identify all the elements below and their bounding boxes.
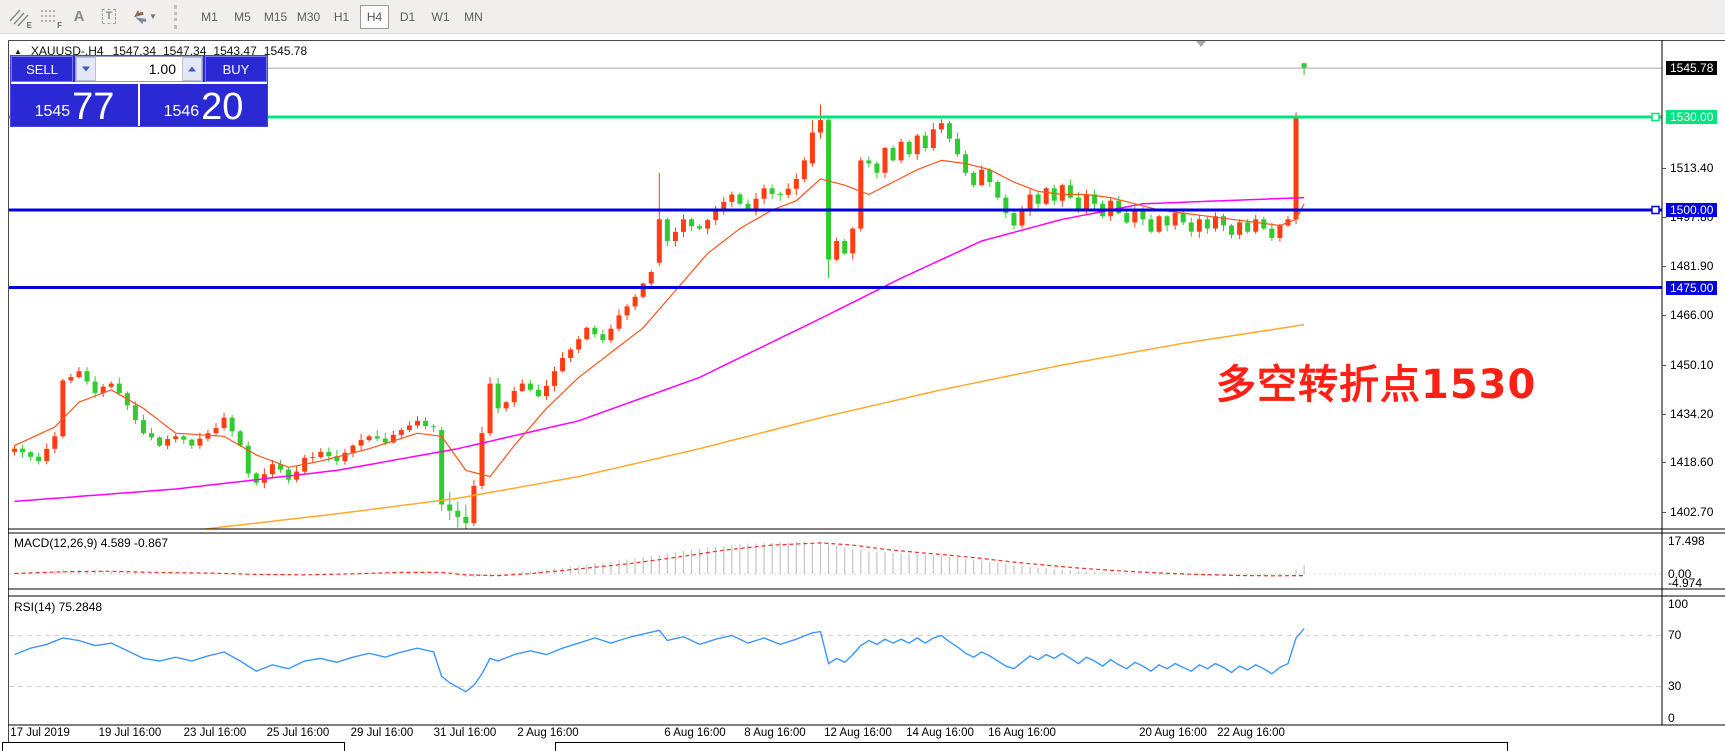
price-line-label: 1530.00 bbox=[1666, 110, 1717, 124]
price-tick-label: 1466.00 bbox=[1666, 308, 1717, 322]
text-tool-glyph: A bbox=[74, 8, 85, 25]
date-label: 2 Aug 16:00 bbox=[498, 727, 598, 739]
chart-shift-marker-icon[interactable] bbox=[1196, 41, 1206, 47]
channel-sub-label: E bbox=[27, 21, 32, 30]
date-label: 16 Aug 16:00 bbox=[972, 727, 1072, 739]
volume-stepper: 1.00 bbox=[75, 56, 203, 82]
timeframe-w1-button[interactable]: W1 bbox=[426, 5, 455, 29]
rsi-axis-label: 0 bbox=[1668, 712, 1675, 725]
price-tick-label: 1481.90 bbox=[1666, 259, 1717, 273]
macd-axis-label: 17.498 bbox=[1668, 535, 1705, 548]
date-label: 17 Jul 2019 bbox=[0, 727, 90, 739]
buy-price-display[interactable]: 1546 20 bbox=[140, 84, 267, 126]
price-tick-label: 1450.10 bbox=[1666, 358, 1717, 372]
fibonacci-sub-label: F bbox=[57, 21, 62, 30]
text-label-glyph: T bbox=[102, 9, 117, 24]
close-value: 1545.78 bbox=[264, 44, 307, 58]
timeframe-m15-button[interactable]: M15 bbox=[261, 5, 290, 29]
one-click-trading-panel: SELL 1.00 BUY 1545 77 1546 20 bbox=[10, 55, 268, 127]
equidistant-channel-icon[interactable]: E bbox=[4, 4, 34, 30]
timeframe-m30-button[interactable]: M30 bbox=[294, 5, 323, 29]
timeframe-h4-button[interactable]: H4 bbox=[360, 5, 389, 29]
volume-input[interactable]: 1.00 bbox=[96, 57, 182, 81]
price-line-label: 1500.00 bbox=[1666, 203, 1717, 217]
chart-annotation-text: 多空转折点1530 bbox=[1216, 352, 1536, 410]
sell-button[interactable]: SELL bbox=[11, 56, 73, 82]
price-tick-label: 1418.60 bbox=[1666, 455, 1717, 469]
timeframe-m1-button[interactable]: M1 bbox=[195, 5, 224, 29]
toolbar: E F A T ▼ bbox=[0, 0, 1725, 34]
timeframes-toolbar: M1M5M15M30H1H4D1W1MN bbox=[189, 0, 494, 33]
line-studies-toolbar: E F A T ▼ bbox=[0, 0, 168, 33]
macd-axis-label: -4.974 bbox=[1668, 577, 1702, 590]
chart-tab[interactable] bbox=[2, 742, 345, 751]
timeframe-h1-button[interactable]: H1 bbox=[327, 5, 356, 29]
rsi-axis-label: 30 bbox=[1668, 680, 1681, 693]
macd-label: MACD(12,26,9) 4.589 -0.867 bbox=[14, 536, 168, 550]
sell-price-display[interactable]: 1545 77 bbox=[11, 84, 140, 126]
caret-down-icon bbox=[82, 67, 90, 72]
mt4-application: E F A T ▼ bbox=[0, 0, 1725, 751]
caret-up-icon bbox=[188, 67, 196, 72]
sell-price-small: 1545 bbox=[35, 104, 71, 120]
price-tick-label: 1434.20 bbox=[1666, 407, 1717, 421]
price-tick-label: 1513.40 bbox=[1666, 161, 1717, 175]
text-label-tool-icon[interactable]: T bbox=[94, 4, 124, 30]
timeframe-mn-button[interactable]: MN bbox=[459, 5, 488, 29]
text-tool-icon[interactable]: A bbox=[64, 4, 94, 30]
timeframe-m5-button[interactable]: M5 bbox=[228, 5, 257, 29]
buy-button[interactable]: BUY bbox=[205, 56, 267, 82]
volume-increase-button[interactable] bbox=[182, 57, 202, 81]
rsi-label: RSI(14) 75.2848 bbox=[14, 600, 102, 614]
chart-tab[interactable] bbox=[555, 742, 1508, 751]
rsi-axis-label: 70 bbox=[1668, 629, 1681, 642]
rsi-axis-label: 100 bbox=[1668, 598, 1688, 611]
date-label: 22 Aug 16:00 bbox=[1201, 727, 1301, 739]
volume-decrease-button[interactable] bbox=[76, 57, 96, 81]
arrows-dropdown-caret[interactable]: ▼ bbox=[149, 12, 157, 21]
buy-price-big: 20 bbox=[201, 90, 243, 124]
arrows-tool-icon[interactable]: ▼ bbox=[124, 4, 164, 30]
buy-price-small: 1546 bbox=[164, 104, 200, 120]
chart-tab-active[interactable] bbox=[345, 742, 555, 751]
price-tick-label: 1402.70 bbox=[1666, 505, 1717, 519]
fibonacci-icon[interactable]: F bbox=[34, 4, 64, 30]
toolbar-drag-handle[interactable] bbox=[174, 5, 181, 29]
price-line-label: 1475.00 bbox=[1666, 281, 1717, 295]
price-line-label: 1545.78 bbox=[1666, 61, 1717, 75]
timeframe-d1-button[interactable]: D1 bbox=[393, 5, 422, 29]
sell-price-big: 77 bbox=[72, 90, 114, 124]
